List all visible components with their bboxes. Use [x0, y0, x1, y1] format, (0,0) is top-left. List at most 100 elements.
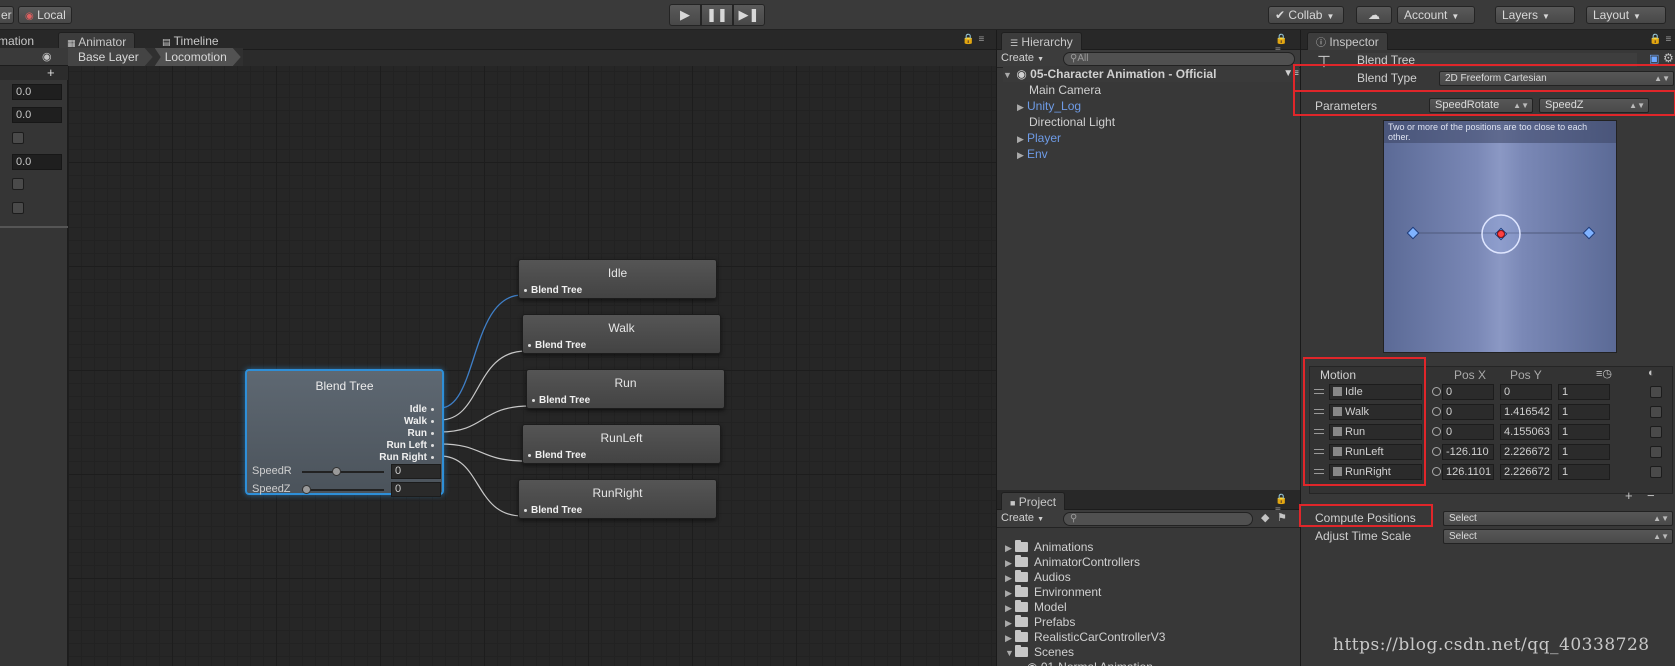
- tab-hierarchy[interactable]: ☰ Hierarchy: [1001, 32, 1082, 50]
- project-folder-item[interactable]: ▼ Scenes: [1005, 644, 1074, 660]
- step-icon[interactable]: ▶❚: [733, 4, 765, 26]
- pos-x-field[interactable]: 126.1101: [1442, 464, 1494, 480]
- help-icon[interactable]: ▣: [1649, 52, 1659, 65]
- blend-param-value[interactable]: 0: [391, 464, 441, 479]
- mirror-checkbox[interactable]: [1650, 386, 1662, 398]
- lock-icon[interactable]: 🔒≡: [1649, 34, 1675, 45]
- output-port-run[interactable]: Run: [408, 428, 434, 439]
- drag-handle-icon[interactable]: [1314, 409, 1324, 414]
- motion-node-idle[interactable]: Idle Blend Tree: [518, 259, 717, 299]
- animator-graph-canvas[interactable]: [68, 66, 996, 666]
- motion-clip-field[interactable]: Idle: [1329, 384, 1422, 400]
- pivot-toggle-button[interactable]: er: [0, 6, 14, 24]
- mirror-checkbox[interactable]: [1650, 446, 1662, 458]
- clip-picker-icon[interactable]: [1432, 427, 1441, 436]
- pause-icon[interactable]: ❚❚: [701, 4, 733, 26]
- tab-inspector[interactable]: ⓘ Inspector: [1307, 32, 1388, 50]
- drag-handle-icon[interactable]: [1314, 389, 1324, 394]
- speed-field[interactable]: 1: [1558, 424, 1610, 440]
- expand-arrow-icon[interactable]: ▶: [1017, 131, 1027, 147]
- mirror-checkbox[interactable]: [1650, 426, 1662, 438]
- filter-type-icon[interactable]: ◆: [1261, 511, 1269, 524]
- mirror-checkbox[interactable]: [1650, 406, 1662, 418]
- hierarchy-search-input[interactable]: ⚲All: [1063, 52, 1295, 66]
- project-folder-item[interactable]: ▶ RealisticCarControllerV3: [1005, 629, 1165, 645]
- output-port-walk[interactable]: Walk: [404, 416, 434, 427]
- output-port-idle[interactable]: Idle: [410, 404, 434, 415]
- layers-dropdown[interactable]: Layers ▼: [1495, 6, 1575, 24]
- filter-label-icon[interactable]: ⚑: [1277, 511, 1287, 524]
- lock-icon[interactable]: 🔒≡: [962, 34, 988, 45]
- speed-field[interactable]: 1: [1558, 404, 1610, 420]
- play-icon[interactable]: ▶: [669, 4, 701, 26]
- project-folder-item[interactable]: ▶ Model: [1005, 599, 1067, 615]
- pos-x-field[interactable]: 0: [1442, 384, 1494, 400]
- param-checkbox[interactable]: [12, 202, 24, 214]
- pos-x-field[interactable]: 0: [1442, 404, 1494, 420]
- add-param-icon[interactable]: +: [47, 65, 55, 80]
- project-folder-item[interactable]: ▶ Audios: [1005, 569, 1071, 585]
- clip-picker-icon[interactable]: [1432, 387, 1441, 396]
- clip-picker-icon[interactable]: [1432, 467, 1441, 476]
- settings-gear-icon[interactable]: ⚙: [1663, 51, 1674, 65]
- collab-button[interactable]: ✔ Collab ▼: [1268, 6, 1344, 24]
- project-folder-item[interactable]: ▶ Prefabs: [1005, 614, 1075, 630]
- motion-clip-field[interactable]: RunRight: [1329, 464, 1422, 480]
- blend-space-graph[interactable]: Two or more of the positions are too clo…: [1383, 120, 1617, 353]
- param-search[interactable]: [0, 66, 68, 80]
- pos-y-field[interactable]: 2.226672: [1500, 444, 1552, 460]
- hierarchy-item[interactable]: ▶ Unity_Log: [1017, 98, 1081, 114]
- param-checkbox[interactable]: [12, 178, 24, 190]
- drag-handle-icon[interactable]: [1314, 449, 1324, 454]
- slider-knob[interactable]: [331, 467, 341, 476]
- param-value-field[interactable]: 0.0: [12, 84, 62, 100]
- mirror-checkbox[interactable]: [1650, 466, 1662, 478]
- account-dropdown[interactable]: Account ▼: [1397, 6, 1475, 24]
- object-name-field[interactable]: Blend Tree: [1357, 53, 1637, 67]
- breadcrumb-locomotion[interactable]: Locomotion: [155, 48, 241, 66]
- motion-clip-field[interactable]: Run: [1329, 424, 1422, 440]
- blend-type-dropdown[interactable]: 2D Freeform Cartesian ▲▼: [1439, 71, 1674, 86]
- output-port-runright[interactable]: Run Right: [379, 452, 434, 463]
- blend-tree-node[interactable]: Blend Tree Idle Walk Run Run Left Run Ri…: [245, 369, 444, 497]
- speed-field[interactable]: 1: [1558, 384, 1610, 400]
- slider-knob[interactable]: [302, 485, 311, 494]
- pos-y-field[interactable]: 0: [1500, 384, 1552, 400]
- pos-y-field[interactable]: 2.226672: [1500, 464, 1552, 480]
- hierarchy-item[interactable]: Directional Light: [1029, 114, 1115, 130]
- motion-clip-field[interactable]: Walk: [1329, 404, 1422, 420]
- adjust-time-scale-dropdown[interactable]: Select ▲▼: [1443, 529, 1673, 544]
- expand-arrow-icon[interactable]: ▶: [1017, 99, 1027, 115]
- param-x-dropdown[interactable]: SpeedRotate ▲▼: [1429, 98, 1533, 113]
- hierarchy-item[interactable]: Main Camera: [1029, 82, 1101, 98]
- project-search-input[interactable]: ⚲: [1063, 512, 1253, 526]
- project-create-button[interactable]: Create ▼: [1001, 512, 1044, 524]
- scene-menu-icon[interactable]: ▼≡: [1283, 66, 1299, 82]
- hierarchy-item[interactable]: ▶ Player: [1017, 130, 1061, 146]
- eye-icon[interactable]: ◉: [42, 50, 52, 63]
- motion-node-walk[interactable]: Walk Blend Tree: [522, 314, 721, 354]
- param-value-field[interactable]: 0.0: [12, 154, 62, 170]
- drag-handle-icon[interactable]: [1314, 469, 1324, 474]
- param-checkbox[interactable]: [12, 132, 24, 144]
- motion-node-run[interactable]: Run Blend Tree: [526, 369, 725, 409]
- clip-picker-icon[interactable]: [1432, 447, 1441, 456]
- compute-positions-dropdown[interactable]: Select ▲▼: [1443, 511, 1673, 526]
- scene-row[interactable]: ▼ ◉ 05-Character Animation - Official ▼≡: [1003, 66, 1299, 82]
- expand-arrow-icon[interactable]: ▶: [1017, 147, 1027, 163]
- add-motion-button[interactable]: +: [1625, 488, 1633, 503]
- speed-field[interactable]: 1: [1558, 464, 1610, 480]
- hierarchy-item[interactable]: ▶ Env: [1017, 146, 1048, 162]
- param-value-field[interactable]: 0.0: [12, 107, 62, 123]
- clip-picker-icon[interactable]: [1432, 407, 1441, 416]
- remove-motion-button[interactable]: −: [1647, 488, 1655, 503]
- layout-dropdown[interactable]: Layout ▼: [1586, 6, 1666, 24]
- pos-y-field[interactable]: 1.416542: [1500, 404, 1552, 420]
- blend-param-slider[interactable]: [302, 485, 384, 494]
- tab-project[interactable]: ■ Project: [1001, 492, 1066, 510]
- pos-y-field[interactable]: 4.155063: [1500, 424, 1552, 440]
- project-folder-item[interactable]: ▶ AnimatorControllers: [1005, 554, 1140, 570]
- collapse-arrow-icon[interactable]: ▼: [1005, 645, 1015, 661]
- blend-param-value[interactable]: 0: [391, 482, 441, 497]
- motion-node-runright[interactable]: RunRight Blend Tree: [518, 479, 717, 519]
